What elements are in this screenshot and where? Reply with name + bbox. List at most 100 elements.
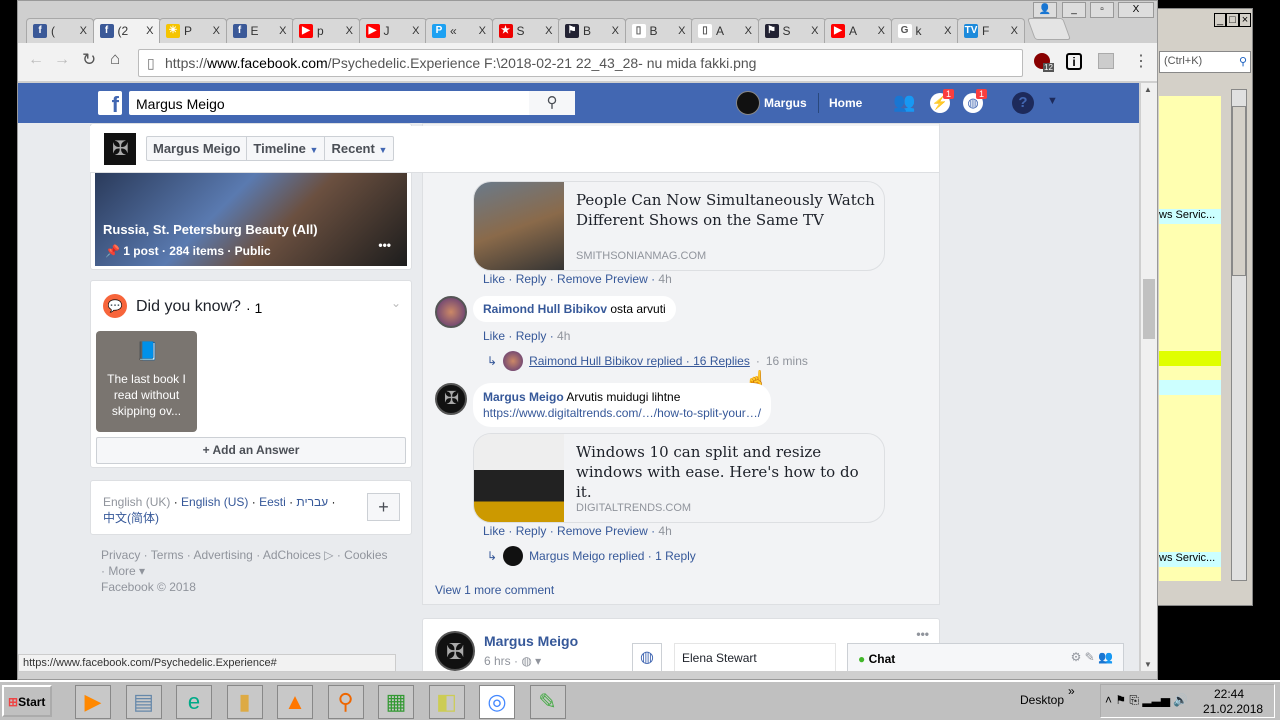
tab-close-icon[interactable]: X — [279, 25, 286, 37]
media-player-icon[interactable]: ▶ — [75, 685, 111, 719]
browser-tab[interactable]: ⚑ S X — [757, 18, 826, 43]
list-row-selected[interactable] — [1159, 351, 1221, 366]
footer-adchoices[interactable]: AdChoices — [263, 548, 321, 562]
notepad-icon[interactable]: ✎ — [529, 685, 566, 719]
browser-tab[interactable]: f (X — [26, 18, 94, 43]
tab-close-icon[interactable]: X — [479, 25, 486, 37]
clock-time[interactable]: 22:44 — [1214, 687, 1244, 701]
start-button[interactable]: ⊞Start — [2, 685, 52, 717]
footer-more[interactable]: More — [108, 564, 135, 578]
footer-advertising[interactable]: Advertising — [193, 548, 252, 562]
profile-name-button[interactable]: Margus Meigo — [147, 137, 248, 160]
browser-tab[interactable]: f (2 X — [92, 18, 161, 43]
like-link[interactable]: Like — [483, 329, 505, 343]
minimize-button[interactable]: _ — [1062, 2, 1086, 18]
search-icon[interactable]: ⚲ — [529, 91, 575, 115]
tab-close-icon[interactable]: X — [146, 25, 153, 37]
view-more-comments-link[interactable]: View 1 more comment — [435, 583, 554, 597]
view-replies-link[interactable]: Margus Meigo replied · 1 Reply — [529, 549, 696, 563]
desktop-toolbar[interactable]: Desktop — [1020, 693, 1064, 707]
tab-close-icon[interactable]: X — [811, 25, 818, 37]
tab-close-icon[interactable]: X — [346, 25, 353, 37]
page-scrollbar[interactable]: ▲ ▼ — [1141, 83, 1157, 671]
help-icon[interactable]: ? — [1012, 92, 1034, 114]
language-eesti[interactable]: Eesti — [259, 495, 286, 509]
profile-button[interactable]: 👤 — [1033, 2, 1057, 18]
vlc-icon[interactable]: ▲ — [277, 685, 313, 719]
browser-tab[interactable]: ▶ A X — [824, 18, 892, 43]
add-language-button[interactable]: + — [367, 493, 400, 521]
album-title[interactable]: Russia, St. Petersburg Beauty (All) — [103, 222, 318, 237]
tab-close-icon[interactable]: X — [1011, 25, 1018, 37]
facebook-logo[interactable]: f — [98, 91, 122, 117]
eset-icon[interactable]: e — [176, 685, 212, 719]
profile-picture[interactable]: ✠ — [104, 133, 136, 165]
browser-tab[interactable]: ☀ P X — [159, 18, 227, 43]
clock-date[interactable]: 21.02.2018 — [1203, 702, 1263, 716]
question-card[interactable]: 📘 The last book I read without skipping … — [96, 331, 197, 432]
search-input[interactable]: Margus Meigo ⚲ — [129, 91, 575, 115]
notes-icon[interactable]: ◧ — [428, 685, 465, 719]
scrollbar[interactable] — [1231, 89, 1247, 581]
ublock-extension-icon[interactable]: 12 — [1034, 53, 1054, 72]
commenter-avatar[interactable]: ✠ — [435, 383, 467, 415]
browser-tab[interactable]: TV F X — [957, 18, 1025, 43]
link-preview[interactable]: Windows 10 can split and resize windows … — [473, 433, 885, 523]
tab-close-icon[interactable]: X — [678, 25, 685, 37]
tray-icons[interactable]: ˄ ⚑ ⎘ ▂▃▅ 🔊 — [1105, 693, 1188, 708]
recent-dropdown[interactable]: Recent ▼ — [325, 137, 393, 160]
browser-tab[interactable]: ▶ p X — [292, 18, 360, 43]
add-answer-button[interactable]: + Add an Answer — [96, 437, 406, 464]
link-preview[interactable]: People Can Now Simultaneously Watch Diff… — [473, 181, 885, 271]
document-viewer-icon[interactable]: ▤ — [125, 685, 162, 719]
browser-tab[interactable]: ▯ B X — [624, 18, 693, 43]
reply-link[interactable]: Reply — [516, 272, 547, 286]
window-controls[interactable]: _ □ × — [1214, 13, 1252, 27]
reply-link[interactable]: Reply — [516, 524, 547, 538]
footer-privacy[interactable]: Privacy — [101, 548, 140, 562]
album-cover-image[interactable]: Russia, St. Petersburg Beauty (All) 📌 1 … — [95, 172, 407, 266]
chat-globe-icon[interactable]: ◍ — [632, 643, 662, 671]
comment-link[interactable]: https://www.digitaltrends.com/…/how-to-s… — [483, 406, 761, 420]
reply-link[interactable]: Reply — [516, 329, 547, 343]
search-tool-icon[interactable]: ⚲ — [327, 685, 364, 719]
browser-tab[interactable]: ▶ J X — [358, 18, 427, 43]
browser-tab[interactable]: fE X — [225, 18, 294, 43]
chevron-down-icon[interactable]: ⌄ — [391, 296, 401, 310]
list-row[interactable]: ws Servic... — [1159, 209, 1221, 224]
commenter-avatar[interactable] — [435, 296, 467, 328]
chrome-icon[interactable]: ◎ — [479, 685, 515, 719]
tab-close-icon[interactable]: X — [612, 25, 619, 37]
post-author-avatar[interactable]: ✠ — [435, 631, 475, 671]
language-hebrew[interactable]: עברית — [296, 495, 328, 509]
tab-close-icon[interactable]: X — [745, 25, 752, 37]
like-link[interactable]: Like — [483, 272, 505, 286]
language-chinese[interactable]: 中文(简体) — [103, 511, 159, 525]
search-field[interactable]: (Ctrl+K) ⚲ — [1159, 51, 1251, 73]
extension-icon[interactable] — [1098, 53, 1114, 69]
timeline-dropdown[interactable]: Timeline ▼ — [247, 137, 326, 160]
address-bar[interactable]: ▯ https://www.facebook.com/Psychedelic.E… — [138, 49, 1023, 77]
folder-icon[interactable]: ▮ — [226, 685, 263, 719]
chat-tab-contact[interactable]: Elena Stewart — [674, 643, 836, 671]
close-button[interactable]: X — [1118, 2, 1154, 18]
tab-close-icon[interactable]: X — [545, 25, 552, 37]
browser-tab[interactable]: ★ S X — [491, 18, 560, 43]
home-icon[interactable]: ⌂ — [110, 49, 120, 69]
browser-tab[interactable]: ⚑ B X — [558, 18, 626, 43]
comment-author[interactable]: Raimond Hull Bibikov — [483, 302, 607, 316]
forward-icon[interactable]: → — [54, 51, 70, 69]
chat-bar[interactable]: ● Chat ⚙ ✎ 👥 — [847, 643, 1124, 671]
post-author[interactable]: Margus Meigo — [484, 633, 578, 649]
comment-author[interactable]: Margus Meigo — [483, 390, 564, 404]
remove-preview-link[interactable]: Remove Preview — [557, 524, 648, 538]
home-link[interactable]: Home — [829, 96, 862, 110]
tab-close-icon[interactable]: X — [80, 25, 87, 37]
browser-tab[interactable]: P « X — [425, 18, 493, 43]
restore-button[interactable]: ▫ — [1090, 2, 1114, 18]
footer-cookies[interactable]: Cookies — [344, 548, 387, 562]
footer-terms[interactable]: Terms — [151, 548, 184, 562]
remove-preview-link[interactable]: Remove Preview — [557, 272, 648, 286]
friend-requests-icon[interactable]: 👥 — [893, 92, 915, 113]
profile-link[interactable]: Margus — [764, 96, 807, 110]
